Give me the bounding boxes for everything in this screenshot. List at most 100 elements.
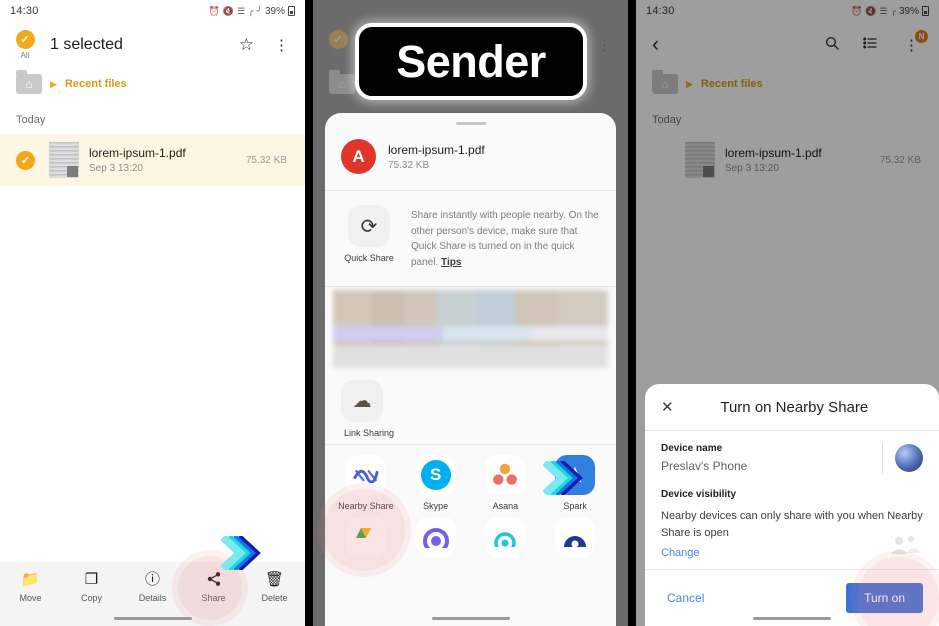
- status-bar-panel1: 14:30 ⏰ 🔇 ☰ ╭ ╯ 39%: [0, 0, 305, 22]
- action-delete[interactable]: 🗑 Delete: [247, 571, 303, 603]
- device-name-label: Device name: [661, 443, 723, 454]
- status-time: 14:30: [10, 5, 39, 17]
- home-indicator-3: [753, 617, 831, 620]
- skype-icon: S: [415, 455, 456, 495]
- shared-file-row: A lorem-ipsum-1.pdf 75.32 KB: [325, 125, 616, 190]
- turn-on-button[interactable]: Turn on: [846, 583, 923, 614]
- panel-nearby-share-dialog: 14:30 ⏰ 🔇 ☰ ╭ 39% ‹ ⋮ N ⌂ ▶ Recent files…: [636, 0, 939, 626]
- alarm-icon: ⏰: [208, 5, 220, 16]
- star-icon[interactable]: ☆: [235, 35, 258, 55]
- battery-percent: 39%: [264, 5, 285, 17]
- panel-file-manager: 14:30 ⏰ 🔇 ☰ ╭ ╯ 39% ✓ All 1 selected ☆ ⋮…: [0, 0, 305, 626]
- action-copy[interactable]: ❐ Copy: [64, 571, 120, 603]
- action-move[interactable]: 📁 Move: [3, 571, 59, 603]
- table-row[interactable]: ✓ lorem-ipsum-1.pdf Sep 3 13:20 75.32 KB: [0, 134, 305, 186]
- screenshot-stage: 14:30 ⏰ 🔇 ☰ ╭ ╯ 39% ✓ All 1 selected ☆ ⋮…: [0, 0, 939, 626]
- file-name: lorem-ipsum-1.pdf: [89, 146, 186, 160]
- dialog-title: Turn on Nearby Share: [720, 398, 869, 416]
- pdf-icon: A: [341, 139, 376, 174]
- viber-icon: [415, 517, 456, 557]
- drive-icon: [345, 517, 386, 557]
- change-link[interactable]: Change: [661, 547, 923, 559]
- select-all-label: All: [20, 51, 30, 60]
- move-label: Move: [19, 593, 42, 603]
- app-row2-4[interactable]: [540, 517, 610, 557]
- share-label: Share: [201, 593, 226, 603]
- app-row2-1[interactable]: [331, 517, 401, 557]
- bottom-action-bar: 📁 Move ❐ Copy ⓘ Details Share 🗑 Delete: [0, 562, 305, 626]
- home-icon[interactable]: [16, 70, 42, 94]
- breadcrumb: ▶ Recent files: [0, 68, 305, 98]
- skype-label: Skype: [423, 501, 449, 511]
- overflow-menu-icon[interactable]: ⋮: [270, 36, 293, 54]
- avatar-divider: [882, 443, 883, 473]
- file-thumbnail: [49, 142, 79, 178]
- app-row2-3[interactable]: [471, 517, 541, 557]
- cancel-button[interactable]: Cancel: [661, 591, 704, 605]
- device-visibility-label: Device visibility: [661, 489, 737, 500]
- share-sheet: A lorem-ipsum-1.pdf 75.32 KB ⟳ Quick Sha…: [325, 113, 616, 626]
- signal-icon: ╭: [248, 5, 254, 16]
- check-icon: ✓: [15, 30, 35, 49]
- sender-annotation-label: Sender: [396, 35, 546, 87]
- file-meta: lorem-ipsum-1.pdf Sep 3 13:20: [89, 146, 236, 174]
- device-name-section[interactable]: Device name Preslav's Phone: [645, 431, 939, 483]
- sender-annotation-badge: Sender: [355, 23, 587, 100]
- spark-label: Spark: [563, 501, 587, 511]
- shared-file-size: 75.32 KB: [388, 159, 430, 171]
- link-sharing-icon: ☁: [341, 380, 383, 422]
- app-nearby-share[interactable]: Nearby Share: [331, 455, 401, 511]
- delete-label: Delete: [261, 593, 288, 603]
- mute-icon: 🔇: [222, 5, 235, 16]
- home-icon-ghost: [329, 70, 355, 94]
- app-row2-2[interactable]: [401, 517, 471, 557]
- tips-link[interactable]: Tips: [441, 257, 461, 268]
- device-visibility-text: Nearby devices can only share with you w…: [661, 510, 923, 540]
- shared-file-name: lorem-ipsum-1.pdf: [388, 142, 485, 157]
- copy-label: Copy: [80, 593, 102, 603]
- nearby-share-label: Nearby Share: [338, 501, 394, 511]
- move-icon: 📁: [21, 571, 40, 588]
- dialog-header: ✕ Turn on Nearby Share: [645, 384, 939, 430]
- page-title: 1 selected: [50, 36, 123, 53]
- row-check-icon[interactable]: ✓: [16, 150, 35, 170]
- asana-label: Asana: [492, 501, 519, 511]
- signal-icon-2: ╯: [256, 5, 262, 16]
- battery-icon: [288, 6, 295, 16]
- quick-share-icon: ⟳: [348, 205, 390, 247]
- app-asana[interactable]: Asana: [471, 455, 541, 511]
- quick-share-block[interactable]: ⟳ Quick Share Share instantly with peopl…: [325, 191, 616, 286]
- avatar[interactable]: [895, 444, 923, 472]
- device-name-value: Preslav's Phone: [661, 459, 748, 473]
- home-indicator-2: [431, 617, 510, 620]
- info-icon: ⓘ: [144, 571, 160, 588]
- overflow-menu-icon-ghost: ⋮: [597, 37, 612, 54]
- copy-icon: ❐: [84, 571, 99, 588]
- panel-share-sheet: ✓ All ⋮ Sender A lorem-ipsum-1.pdf 75.32…: [313, 0, 628, 626]
- people-icon: [889, 534, 923, 562]
- breadcrumb-recent-files[interactable]: Recent files: [65, 78, 127, 90]
- home-indicator: [113, 617, 192, 620]
- cloud-app-icon: [485, 517, 526, 557]
- action-share[interactable]: Share: [186, 571, 242, 603]
- file-size: 75.32 KB: [245, 154, 287, 166]
- breadcrumb-separator: ▶: [50, 78, 57, 89]
- nearby-share-dialog: ✕ Turn on Nearby Share Device name Presl…: [645, 384, 939, 626]
- divider-2: [325, 286, 616, 287]
- action-details[interactable]: ⓘ Details: [125, 571, 181, 603]
- quick-share-description: Share instantly with people nearby. On t…: [411, 210, 599, 268]
- file-date: Sep 3 13:20: [89, 163, 143, 174]
- blue-app-icon: [555, 517, 596, 557]
- app-targets-row-2: [325, 511, 616, 557]
- panel-divider-1: [305, 0, 313, 626]
- check-icon-ghost: ✓: [328, 30, 348, 49]
- asana-icon: [485, 455, 526, 495]
- close-icon[interactable]: ✕: [661, 398, 674, 416]
- select-all-checkbox[interactable]: ✓ All: [12, 30, 38, 60]
- app-bar-panel1: ✓ All 1 selected ☆ ⋮: [0, 22, 305, 68]
- link-sharing-block[interactable]: ☁ Link Sharing: [325, 368, 616, 444]
- link-sharing-label: Link Sharing: [343, 428, 395, 438]
- quick-share-description-wrap: Share instantly with people nearby. On t…: [411, 205, 600, 270]
- section-header-today: Today: [16, 114, 46, 126]
- app-skype[interactable]: S Skype: [401, 455, 471, 511]
